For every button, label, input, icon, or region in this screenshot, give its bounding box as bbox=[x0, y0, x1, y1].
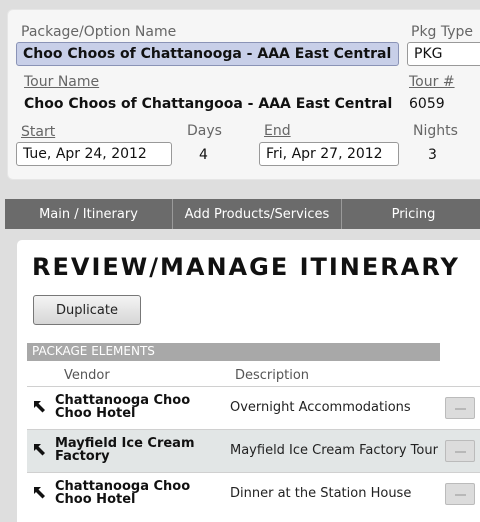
element-description: Overnight Accommodations bbox=[230, 400, 411, 415]
days-label: Days bbox=[187, 123, 222, 139]
tour-number-value: 6059 bbox=[409, 96, 445, 112]
start-label: Start bbox=[21, 124, 56, 140]
tour-number-label: Tour # bbox=[409, 74, 455, 90]
arrow-up-left-icon[interactable] bbox=[31, 442, 47, 458]
package-name-label: Package/Option Name bbox=[21, 24, 177, 40]
arrow-up-left-icon[interactable] bbox=[31, 485, 47, 501]
tour-name-value: Choo Choos of Chattangooa - AAA East Cen… bbox=[24, 96, 393, 112]
remove-element-button[interactable] bbox=[445, 483, 475, 505]
vendor-name: Chattanooga Choo Choo Hotel bbox=[55, 479, 191, 507]
vendor-name: Mayfield Ice Cream Factory bbox=[55, 436, 195, 464]
package-name-field[interactable]: Choo Choos of Chattanooga - AAA East Cen… bbox=[16, 42, 399, 66]
duplicate-button[interactable]: Duplicate bbox=[33, 295, 141, 325]
days-value: 4 bbox=[199, 147, 208, 163]
tab-pricing[interactable]: Pricing bbox=[342, 199, 480, 229]
pkg-type-label: Pkg Type bbox=[411, 24, 474, 40]
tab-add-products-services[interactable]: Add Products/Services bbox=[173, 199, 342, 229]
nights-value: 3 bbox=[428, 147, 437, 163]
package-element-row[interactable]: Mayfield Ice Cream Factory Mayfield Ice … bbox=[27, 429, 480, 472]
end-date-field[interactable]: Fri, Apr 27, 2012 bbox=[259, 142, 399, 166]
element-description: Mayfield Ice Cream Factory Tour bbox=[230, 443, 438, 458]
tab-main-itinerary[interactable]: Main / Itinerary bbox=[5, 199, 173, 229]
tab-bar: Main / Itinerary Add Products/Services P… bbox=[5, 199, 480, 229]
itinerary-panel: REVIEW/MANAGE ITINERARY Duplicate PACKAG… bbox=[17, 240, 480, 522]
start-date-field[interactable]: Tue, Apr 24, 2012 bbox=[16, 142, 172, 166]
package-elements-header: PACKAGE ELEMENTS bbox=[27, 343, 440, 361]
package-element-row[interactable]: Chattanooga Choo Choo Hotel Overnight Ac… bbox=[27, 386, 480, 429]
end-label: End bbox=[264, 123, 291, 139]
arrow-up-left-icon[interactable] bbox=[31, 399, 47, 415]
package-header-panel: Package/Option Name Choo Choos of Chatta… bbox=[7, 9, 480, 180]
vendor-column-header: Vendor bbox=[64, 368, 110, 383]
remove-element-button[interactable] bbox=[445, 440, 475, 462]
remove-element-button[interactable] bbox=[445, 397, 475, 419]
description-column-header: Description bbox=[235, 368, 310, 383]
page-title: REVIEW/MANAGE ITINERARY bbox=[32, 253, 460, 281]
nights-label: Nights bbox=[413, 123, 458, 139]
package-element-row[interactable]: Chattanooga Choo Choo Hotel Dinner at th… bbox=[27, 472, 480, 515]
tour-name-label: Tour Name bbox=[24, 74, 100, 90]
element-description: Dinner at the Station House bbox=[230, 486, 412, 501]
vendor-name: Chattanooga Choo Choo Hotel bbox=[55, 393, 191, 421]
pkg-type-select[interactable]: PKG bbox=[407, 42, 480, 66]
